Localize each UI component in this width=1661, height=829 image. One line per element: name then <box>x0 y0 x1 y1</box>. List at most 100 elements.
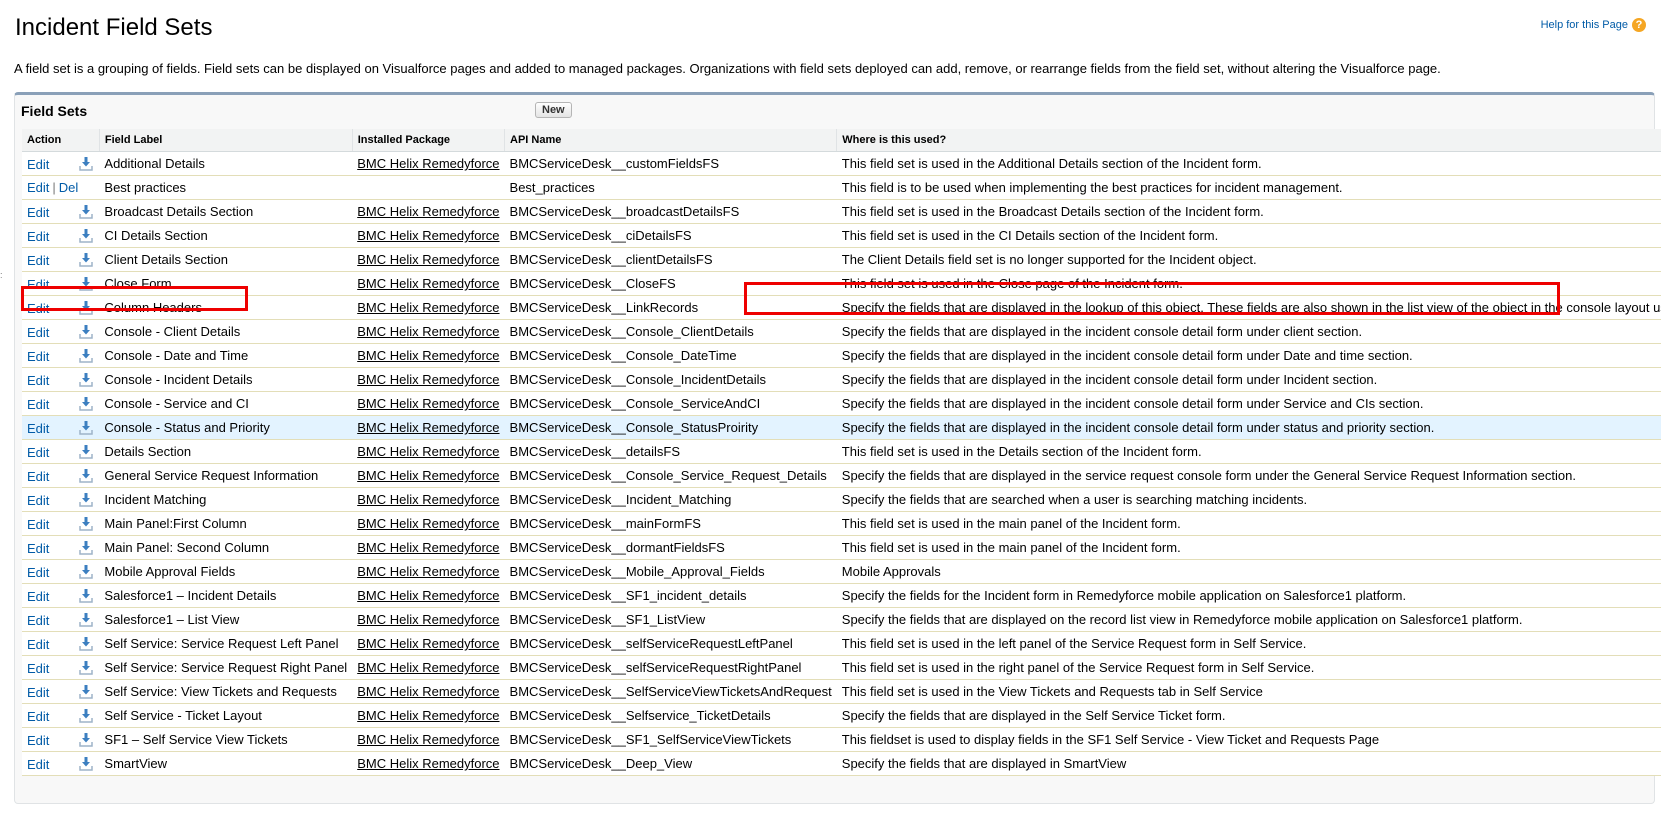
installed-package-cell: BMC Helix Remedyforce <box>352 535 505 560</box>
field-label-cell: Column Headers <box>99 295 353 320</box>
installed-package-cell-text[interactable]: BMC Helix Remedyforce <box>357 612 499 627</box>
api-name-cell-text: BMCServiceDesk__Console_ClientDetails <box>509 324 754 339</box>
column-header-field-label[interactable]: Field Label <box>99 129 353 152</box>
action-cell: Edit <box>22 319 100 344</box>
installed-package-cell-text[interactable]: BMC Helix Remedyforce <box>357 420 499 435</box>
installed-package-cell: BMC Helix Remedyforce <box>352 319 505 344</box>
edit-link[interactable]: Edit <box>27 445 49 460</box>
api-name-cell-text: BMCServiceDesk__SF1_SelfServiceViewTicke… <box>509 732 792 747</box>
edit-link[interactable]: Edit <box>27 253 49 268</box>
installed-package-cell: BMC Helix Remedyforce <box>352 703 505 728</box>
installed-package-cell-text[interactable]: BMC Helix Remedyforce <box>357 588 499 603</box>
api-name-cell-text: Best_practices <box>509 180 595 195</box>
installed-package-cell-text[interactable]: BMC Helix Remedyforce <box>357 708 499 723</box>
edit-link[interactable]: Edit <box>27 541 49 556</box>
edit-link[interactable]: Edit <box>27 397 49 412</box>
edit-link[interactable]: Edit <box>27 229 49 244</box>
edit-link[interactable]: Edit <box>27 421 49 436</box>
installed-package-cell-text[interactable]: BMC Helix Remedyforce <box>357 204 499 219</box>
column-header-where-used[interactable]: Where is this used? <box>836 129 1661 152</box>
edit-link[interactable]: Edit <box>27 325 49 340</box>
edit-link[interactable]: Edit <box>27 469 49 484</box>
installed-package-cell-text[interactable]: BMC Helix Remedyforce <box>357 300 499 315</box>
installed-package-cell-text[interactable]: BMC Helix Remedyforce <box>357 156 499 171</box>
field-label-cell: General Service Request Information <box>99 463 353 488</box>
edit-link[interactable]: Edit <box>27 205 49 220</box>
column-header-installed-package[interactable]: Installed Package <box>352 129 506 152</box>
installed-package-cell-text[interactable]: BMC Helix Remedyforce <box>357 468 499 483</box>
edit-link[interactable]: Edit <box>27 493 49 508</box>
field-label-cell-text: Best practices <box>104 180 187 195</box>
column-header-api-name[interactable]: API Name <box>504 129 838 152</box>
installed-package-cell-text[interactable]: BMC Helix Remedyforce <box>357 444 499 459</box>
api-name-cell: BMCServiceDesk__selfServiceRequestLeftPa… <box>504 631 837 656</box>
installed-package-cell-text[interactable]: BMC Helix Remedyforce <box>357 540 499 555</box>
field-label-cell: Broadcast Details Section <box>99 199 353 224</box>
edit-link[interactable]: Edit <box>27 661 49 676</box>
usage-cell: This field set is used in the Details se… <box>836 439 1661 464</box>
field-label-cell-text: Client Details Section <box>104 252 228 267</box>
usage-cell: Mobile Approvals <box>836 559 1661 584</box>
installed-package-cell-text[interactable]: BMC Helix Remedyforce <box>357 372 499 387</box>
usage-cell-text: This field set is used in the Additional… <box>841 156 1262 171</box>
installed-package-cell-text[interactable]: BMC Helix Remedyforce <box>357 396 499 411</box>
installed-package-cell-text[interactable]: BMC Helix Remedyforce <box>357 252 499 267</box>
edit-link[interactable]: Edit <box>27 373 49 388</box>
edit-link[interactable]: Edit <box>27 349 49 364</box>
api-name-cell: BMCServiceDesk__LinkRecords <box>504 295 837 320</box>
installed-package-cell-text[interactable]: BMC Helix Remedyforce <box>357 516 499 531</box>
field-label-cell-text: Details Section <box>104 444 192 459</box>
edit-link[interactable]: Edit <box>27 685 49 700</box>
installed-package-cell-text[interactable]: BMC Helix Remedyforce <box>357 276 499 291</box>
api-name-cell-text: BMCServiceDesk__SelfServiceViewTicketsAn… <box>509 684 832 699</box>
installed-package-cell-text[interactable]: BMC Helix Remedyforce <box>357 684 499 699</box>
usage-cell-text: This field set is used in the CI Details… <box>841 228 1219 243</box>
edit-link[interactable]: Edit <box>27 709 49 724</box>
installed-package-cell-text[interactable]: BMC Helix Remedyforce <box>357 564 499 579</box>
download-arrow-icon <box>78 156 94 172</box>
field-label-cell: Incident Matching <box>99 487 353 512</box>
usage-cell: This field set is used in the Broadcast … <box>836 199 1661 224</box>
api-name-cell: BMCServiceDesk__dormantFieldsFS <box>504 535 837 560</box>
edit-link[interactable]: Edit <box>27 733 49 748</box>
table-row: Edit Close Form BMC Helix Remedyforce BMCSe… <box>22 271 1661 296</box>
field-label-cell-text: Main Panel: Second Column <box>104 540 270 555</box>
usage-cell-text: Specify the fields that are displayed in… <box>841 420 1435 435</box>
new-button[interactable]: New <box>535 102 572 118</box>
column-header-action[interactable]: Action <box>22 129 100 152</box>
installed-package-cell-text[interactable]: BMC Helix Remedyforce <box>357 228 499 243</box>
installed-package-cell: BMC Helix Remedyforce <box>352 415 505 440</box>
help-question-icon[interactable]: ? <box>1632 18 1646 32</box>
installed-package-cell: BMC Helix Remedyforce <box>352 727 505 752</box>
edit-link[interactable]: Edit <box>27 157 49 172</box>
help-link-label[interactable]: Help for this Page <box>1541 19 1628 31</box>
field-label-cell: Details Section <box>99 439 353 464</box>
edit-link[interactable]: Edit <box>27 565 49 580</box>
edit-link[interactable]: Edit <box>27 180 49 195</box>
table-row: Edit Console - Service and CI BMC Helix Re… <box>22 391 1661 416</box>
edit-link[interactable]: Edit <box>27 637 49 652</box>
edit-link[interactable]: Edit <box>27 589 49 604</box>
edit-link[interactable]: Edit <box>27 277 49 292</box>
installed-package-cell: BMC Helix Remedyforce <box>352 487 505 512</box>
installed-package-cell-text[interactable]: BMC Helix Remedyforce <box>357 636 499 651</box>
installed-package-cell-text[interactable]: BMC Helix Remedyforce <box>357 348 499 363</box>
delete-link[interactable]: Del <box>59 180 79 195</box>
edit-link[interactable]: Edit <box>27 301 49 316</box>
installed-package-cell-text[interactable]: BMC Helix Remedyforce <box>357 492 499 507</box>
installed-package-cell: BMC Helix Remedyforce <box>352 223 505 248</box>
field-label-cell: Self Service: Service Request Left Panel <box>99 631 353 656</box>
edit-link[interactable]: Edit <box>27 613 49 628</box>
edit-link[interactable]: Edit <box>27 517 49 532</box>
usage-cell: Specify the fields that are displayed in… <box>836 343 1661 368</box>
api-name-cell: BMCServiceDesk__Mobile_Approval_Fields <box>504 559 837 584</box>
installed-package-cell-text[interactable]: BMC Helix Remedyforce <box>357 660 499 675</box>
installed-package-cell-text[interactable]: BMC Helix Remedyforce <box>357 756 499 771</box>
download-arrow-icon <box>78 348 94 364</box>
help-link[interactable]: Help for this Page ? <box>1541 18 1646 32</box>
installed-package-cell-text[interactable]: BMC Helix Remedyforce <box>357 732 499 747</box>
installed-package-cell-text[interactable]: BMC Helix Remedyforce <box>357 324 499 339</box>
usage-cell: Specify the fields that are displayed in… <box>836 463 1661 488</box>
edit-link[interactable]: Edit <box>27 757 49 772</box>
installed-package-cell: BMC Helix Remedyforce <box>352 607 505 632</box>
